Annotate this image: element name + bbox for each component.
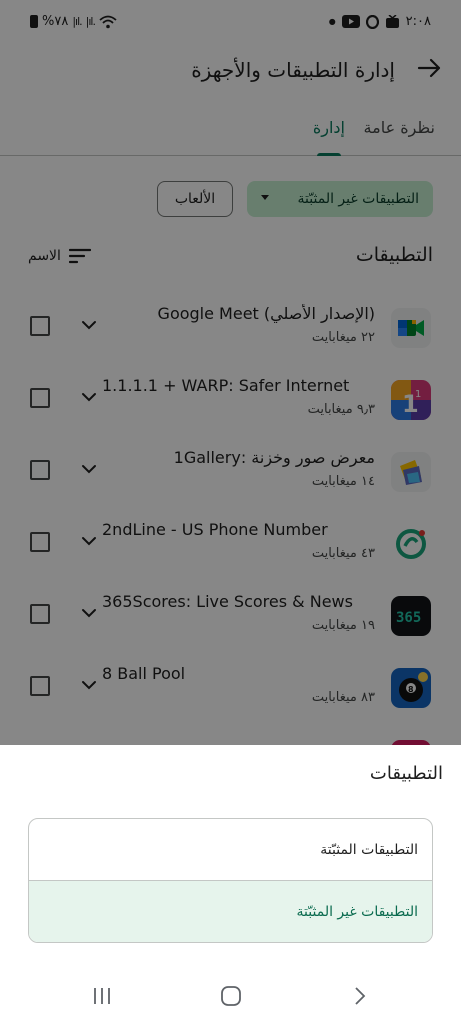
bottom-sheet: التطبيقات التطبيقات المثبّتة التطبيقات غ…	[0, 745, 461, 1024]
option-uninstalled-apps[interactable]: التطبيقات غير المثبّتة	[29, 881, 432, 942]
sheet-title: التطبيقات	[369, 763, 443, 784]
option-label: التطبيقات المثبّتة	[320, 841, 418, 858]
back-icon[interactable]	[348, 985, 372, 1007]
option-list: التطبيقات المثبّتة التطبيقات غير المثبّت…	[28, 818, 433, 943]
system-nav-bar	[0, 965, 461, 1024]
option-label: التطبيقات غير المثبّتة	[296, 904, 418, 920]
recent-apps-icon[interactable]	[90, 985, 114, 1007]
home-icon[interactable]	[219, 985, 243, 1007]
option-installed-apps[interactable]: التطبيقات المثبّتة	[29, 819, 432, 881]
modal-scrim[interactable]	[0, 0, 461, 745]
